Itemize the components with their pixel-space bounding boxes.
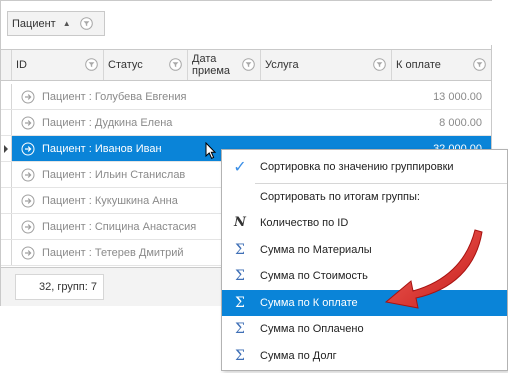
group-row-label: Пациент : Кукушкина Анна (42, 195, 178, 207)
expand-icon[interactable] (21, 220, 35, 237)
menu-item-sort-by-group-value[interactable]: ✓ Сортировка по значению группировки (222, 154, 507, 180)
group-row-label: Пациент : Иванов Иван (42, 143, 162, 155)
row-indicator (1, 240, 12, 265)
group-row[interactable]: Пациент : Голубева Евгения 13 000.00 (1, 84, 491, 110)
expand-icon[interactable] (21, 116, 35, 133)
count-icon: N (234, 215, 246, 230)
filter-icon[interactable] (169, 58, 182, 71)
filter-icon[interactable] (373, 58, 386, 71)
group-row-label: Пациент : Тетерев Дмитрий (42, 247, 184, 259)
menu-item-label: Сумма по Долг (260, 350, 337, 362)
column-header-label-line-1: Дата (192, 53, 217, 65)
column-header-id[interactable]: ID (12, 50, 104, 80)
footer-summary: 32, групп: 7 (15, 274, 104, 300)
context-menu: ✓ Сортировка по значению группировки Сор… (221, 149, 508, 371)
column-header-row: ID Статус Дата приема Услуга К оплате (1, 49, 491, 81)
header-indicator-cell (1, 50, 12, 80)
column-header-label: Дата приема (192, 53, 230, 77)
group-chip-patient[interactable]: Пациент ▲ (7, 11, 105, 36)
filter-icon[interactable] (79, 17, 93, 30)
row-indicator (1, 214, 12, 239)
column-header-label-line-2: приема (192, 65, 231, 77)
row-indicator (1, 188, 12, 213)
menu-item-sum-to-pay[interactable]: Σ Сумма по К оплате (222, 290, 507, 316)
filter-icon[interactable] (242, 58, 255, 71)
group-row-label: Пациент : Спицина Анастасия (42, 221, 197, 233)
menu-item-label: Сумма по К оплате (260, 297, 358, 309)
menu-item-count-by-id[interactable]: N Количество по ID (222, 210, 507, 236)
group-panel: Пациент ▲ (1, 1, 493, 45)
group-row-summary: 8 000.00 (439, 117, 482, 129)
menu-item-label: Сумма по Оплачено (260, 323, 364, 335)
mouse-cursor-icon (205, 141, 217, 163)
column-header-label: К оплате (396, 59, 441, 71)
menu-item-sum-cost[interactable]: Σ Сумма по Стоимость (222, 263, 507, 289)
check-icon: ✓ (233, 157, 247, 176)
row-indicator (1, 84, 12, 109)
column-header-to-pay[interactable]: К оплате (392, 50, 491, 80)
expand-icon[interactable] (21, 246, 35, 263)
sum-icon: Σ (235, 242, 245, 258)
group-chip-label: Пациент (12, 17, 56, 30)
group-row-label: Пациент : Ильин Станислав (42, 169, 186, 181)
menu-section-label: Сортировать по итогам группы: (260, 191, 420, 203)
group-row-summary: 13 000.00 (433, 91, 482, 103)
column-header-label: Услуга (265, 59, 299, 71)
sum-icon: Σ (235, 268, 245, 284)
menu-item-label: Сумма по Материалы (260, 244, 372, 256)
group-row-label: Пациент : Голубева Евгения (42, 91, 187, 103)
column-header-label: ID (16, 59, 27, 71)
column-header-label: Статус (108, 59, 143, 71)
menu-item-sum-debt[interactable]: Σ Сумма по Долг (222, 343, 507, 369)
filter-icon[interactable] (85, 58, 98, 71)
menu-item-label: Сумма по Стоимость (260, 270, 368, 282)
filter-icon[interactable] (473, 58, 486, 71)
menu-item-label: Сортировка по значению группировки (260, 161, 454, 173)
menu-item-label: Количество по ID (260, 217, 349, 229)
group-row[interactable]: Пациент : Дудкина Елена 8 000.00 (1, 110, 491, 136)
row-indicator (1, 110, 12, 135)
row-indicator (1, 162, 12, 187)
expand-icon[interactable] (21, 142, 35, 159)
sort-ascending-icon: ▲ (62, 19, 71, 28)
sum-icon: Σ (235, 348, 245, 364)
row-indicator (1, 136, 12, 161)
expand-icon[interactable] (21, 90, 35, 107)
menu-section-header: Сортировать по итогам группы: (222, 184, 507, 210)
column-header-status[interactable]: Статус (104, 50, 188, 80)
menu-item-sum-materials[interactable]: Σ Сумма по Материалы (222, 237, 507, 263)
menu-item-sum-paid[interactable]: Σ Сумма по Оплачено (222, 316, 507, 342)
expand-icon[interactable] (21, 194, 35, 211)
focused-row-indicator-icon (4, 145, 8, 153)
sum-icon: Σ (235, 321, 245, 337)
expand-icon[interactable] (21, 168, 35, 185)
column-header-service[interactable]: Услуга (261, 50, 392, 80)
column-header-appointment-date[interactable]: Дата приема (188, 50, 261, 80)
group-row-label: Пациент : Дудкина Елена (42, 117, 173, 129)
sum-icon: Σ (235, 295, 245, 311)
